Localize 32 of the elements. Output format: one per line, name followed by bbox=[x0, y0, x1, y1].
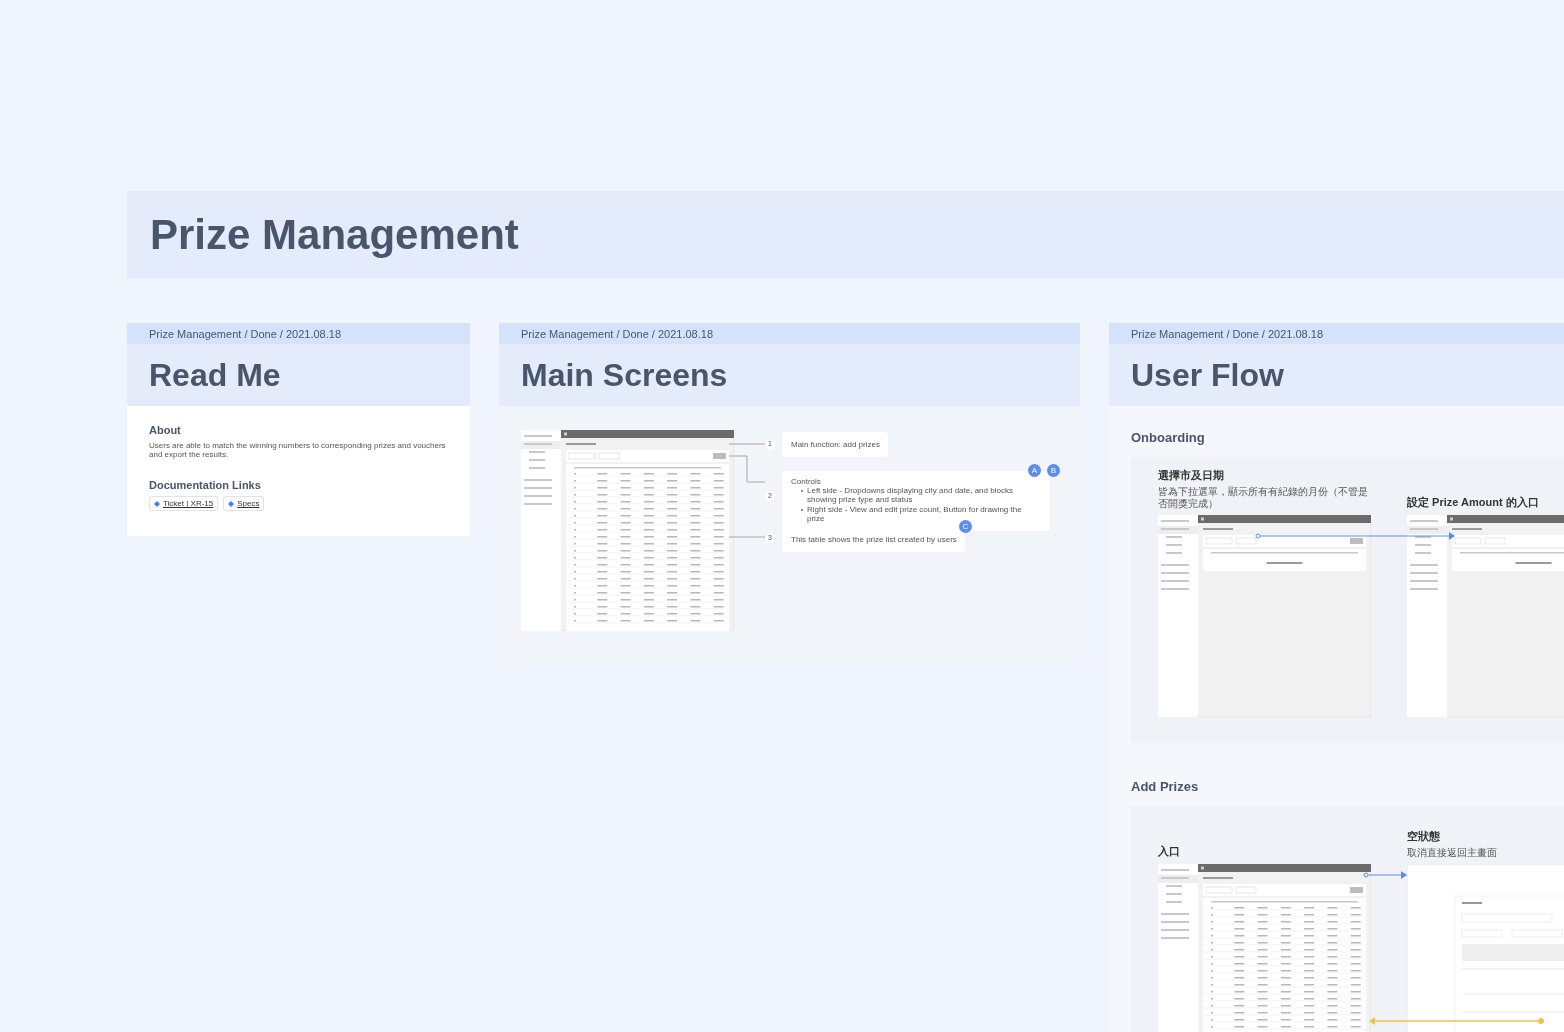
step-title: 設定 Prize Amount 的入口 bbox=[1407, 495, 1540, 510]
annotation-text: Main function: add prizes bbox=[791, 440, 879, 450]
diamond-icon bbox=[154, 500, 160, 507]
section-heading: Onboarding bbox=[1131, 430, 1206, 445]
annotation-text: Right side - View and edit prize count, Button for drawing the prize bbox=[807, 504, 1023, 523]
leader-line bbox=[729, 536, 766, 538]
doc-link[interactable]: Specs bbox=[223, 496, 265, 512]
diamond-icon bbox=[228, 500, 235, 507]
frame-title: Main Screens bbox=[521, 356, 728, 394]
marker-badge: B bbox=[1047, 464, 1060, 477]
frame-title: Read Me bbox=[149, 356, 281, 394]
section-heading: Add Prizes bbox=[1131, 779, 1200, 794]
flow-arrow bbox=[1363, 871, 1407, 879]
breadcrumb: Prize Management / Done / 2021.08.18 bbox=[127, 323, 470, 344]
page-title: Prize Management bbox=[150, 210, 519, 259]
annotation-text: Controls bbox=[791, 477, 822, 487]
leader-line bbox=[729, 455, 766, 483]
leader-line bbox=[729, 443, 766, 445]
frame-title: User Flow bbox=[1131, 356, 1284, 394]
step-title: 空狀態 bbox=[1407, 829, 1441, 844]
annotation-text: Left side - Dropdowns displaying city and date, and blocks showing prize type and status bbox=[807, 486, 1014, 505]
step-note: 皆為下拉選單，顯示所有有紀錄的月份（不管是否開獎完成） bbox=[1158, 486, 1369, 510]
step-title: 入口 bbox=[1158, 844, 1181, 859]
step-title: 選擇市及日期 bbox=[1158, 468, 1225, 483]
breadcrumb: Prize Management / Done / 2021.08.18 bbox=[1109, 323, 1564, 344]
section-heading: Documentation Links bbox=[149, 479, 262, 492]
section-heading: About bbox=[149, 424, 182, 436]
description-text: Users are able to match the winning numbers to corresponding prizes and vouchers and export the results. bbox=[149, 441, 447, 460]
breadcrumb: Prize Management / Done / 2021.08.18 bbox=[499, 323, 1080, 344]
step-note: 取消直接返回主畫面 bbox=[1407, 847, 1498, 859]
annotation-text: This table shows the prize list created by users bbox=[791, 535, 956, 545]
doc-link[interactable]: Ticket | XR-15 bbox=[149, 496, 219, 512]
